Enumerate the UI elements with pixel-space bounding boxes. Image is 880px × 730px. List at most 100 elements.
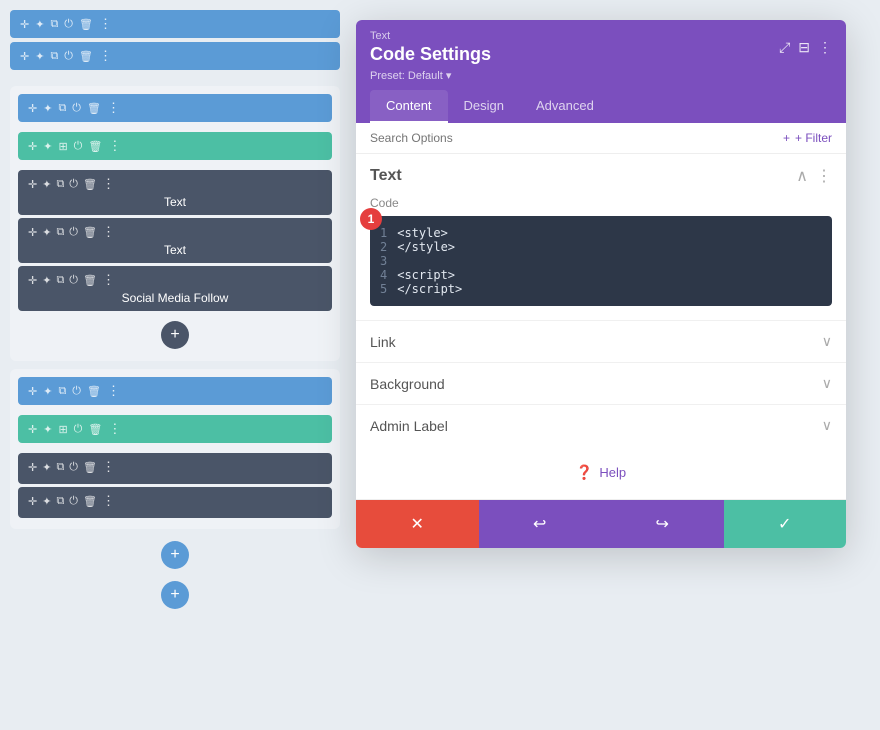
- more-icon[interactable]: ⋮: [99, 16, 113, 32]
- module-blank-2[interactable]: ✛ ✦ ⧉ ⏻ 🗑 ⋮: [18, 487, 332, 518]
- cancel-button[interactable]: ✕: [356, 500, 479, 548]
- gear-icon[interactable]: ✦: [43, 140, 52, 153]
- power-icon[interactable]: ⏻: [69, 495, 78, 508]
- more-icon[interactable]: ⋮: [107, 100, 121, 116]
- trash-icon[interactable]: 🗑: [88, 423, 102, 436]
- add-icon[interactable]: ✛: [28, 178, 37, 191]
- copy-icon[interactable]: ⧉: [50, 50, 58, 63]
- more-icon[interactable]: ⋮: [818, 39, 832, 56]
- add-icon[interactable]: ✛: [28, 102, 37, 115]
- more-icon[interactable]: ⋮: [108, 421, 122, 437]
- more-icon[interactable]: ⋮: [108, 138, 122, 154]
- add-module-button[interactable]: +: [161, 321, 189, 349]
- code-content[interactable]: <style> </style> <script> </script>: [397, 226, 462, 296]
- trash-icon[interactable]: 🗑: [88, 140, 102, 153]
- trash-icon[interactable]: 🗑: [83, 274, 97, 287]
- more-icon[interactable]: ⋮: [102, 224, 116, 240]
- gear-icon[interactable]: ✦: [35, 18, 44, 31]
- copy-icon[interactable]: ⧉: [56, 178, 64, 191]
- copy-icon[interactable]: ⧉: [56, 461, 64, 474]
- module-blank-1[interactable]: ✛ ✦ ⧉ ⏻ 🗑 ⋮: [18, 453, 332, 484]
- gear-icon[interactable]: ✦: [43, 423, 52, 436]
- help-section[interactable]: ❓ Help: [356, 446, 846, 499]
- code-editor[interactable]: 1 1 2 3 4 5 <style> </style> <script> </…: [370, 216, 832, 306]
- tab-content[interactable]: Content: [370, 90, 448, 123]
- copy-icon[interactable]: ⧉: [56, 495, 64, 508]
- search-input[interactable]: [370, 131, 783, 145]
- more-icon[interactable]: ⋮: [102, 459, 116, 475]
- gear-icon[interactable]: ✦: [42, 226, 51, 239]
- more-icon[interactable]: ⋮: [102, 493, 116, 509]
- grid-icon[interactable]: ⊞: [58, 140, 67, 153]
- gear-icon[interactable]: ✦: [42, 178, 51, 191]
- add-icon[interactable]: ✛: [28, 423, 37, 436]
- collapse-icon[interactable]: ∧: [796, 166, 808, 186]
- trash-icon[interactable]: 🗑: [83, 495, 97, 508]
- redo-button[interactable]: ↪: [601, 500, 724, 548]
- more-icon[interactable]: ⋮: [99, 48, 113, 64]
- gear-icon[interactable]: ✦: [35, 50, 44, 63]
- power-icon[interactable]: ⏻: [69, 226, 78, 239]
- grid-icon[interactable]: ⊞: [58, 423, 67, 436]
- add-row-button-2[interactable]: +: [161, 581, 189, 609]
- trash-icon[interactable]: 🗑: [87, 385, 101, 398]
- preset-label[interactable]: Preset: Default ▾: [370, 69, 832, 82]
- link-collapsible[interactable]: Link ∨: [356, 320, 846, 362]
- filter-button[interactable]: + + Filter: [783, 131, 832, 145]
- trash-icon[interactable]: 🗑: [79, 18, 93, 31]
- add-icon[interactable]: ✛: [28, 226, 37, 239]
- add-row-button-1[interactable]: +: [161, 541, 189, 569]
- gear-icon[interactable]: ✦: [42, 274, 51, 287]
- layout-icon[interactable]: ⊟: [798, 39, 810, 56]
- copy-icon[interactable]: ⧉: [56, 226, 64, 239]
- power-icon[interactable]: ⏻: [72, 385, 81, 398]
- add-icon[interactable]: ✛: [28, 385, 37, 398]
- add-icon[interactable]: ✛: [28, 140, 37, 153]
- power-icon[interactable]: ⏻: [69, 178, 78, 191]
- trash-icon[interactable]: 🗑: [79, 50, 93, 63]
- more-icon[interactable]: ⋮: [107, 383, 121, 399]
- trash-icon[interactable]: 🗑: [83, 178, 97, 191]
- power-icon[interactable]: ⏻: [69, 461, 78, 474]
- section-2-column[interactable]: ✛ ✦ ⊞ ⏻ 🗑 ⋮: [18, 415, 332, 443]
- gear-icon[interactable]: ✦: [43, 385, 52, 398]
- power-icon[interactable]: ⏻: [64, 50, 73, 63]
- gear-icon[interactable]: ✦: [43, 102, 52, 115]
- admin-label-collapsible[interactable]: Admin Label ∨: [356, 404, 846, 446]
- more-icon[interactable]: ⋮: [102, 272, 116, 288]
- trash-icon[interactable]: 🗑: [83, 461, 97, 474]
- save-button[interactable]: ✓: [724, 500, 847, 548]
- section-more-icon[interactable]: ⋮: [816, 166, 832, 186]
- tab-design[interactable]: Design: [448, 90, 520, 123]
- add-icon[interactable]: ✛: [28, 461, 37, 474]
- gear-icon[interactable]: ✦: [42, 495, 51, 508]
- copy-icon[interactable]: ⧉: [58, 102, 66, 115]
- add-icon[interactable]: ✛: [28, 274, 37, 287]
- copy-icon[interactable]: ⧉: [50, 18, 58, 31]
- add-icon[interactable]: ✛: [20, 18, 29, 31]
- add-icon[interactable]: ✛: [20, 50, 29, 63]
- module-text-1[interactable]: ✛ ✦ ⧉ ⏻ 🗑 ⋮ Text: [18, 170, 332, 215]
- power-icon[interactable]: ⏻: [72, 102, 81, 115]
- add-icon[interactable]: ✛: [28, 495, 37, 508]
- power-icon[interactable]: ⏻: [74, 423, 83, 436]
- section-1-row[interactable]: ✛ ✦ ⧉ ⏻ 🗑 ⋮: [18, 94, 332, 122]
- power-icon[interactable]: ⏻: [64, 18, 73, 31]
- module-text-2[interactable]: ✛ ✦ ⧉ ⏻ 🗑 ⋮ Text: [18, 218, 332, 263]
- undo-button[interactable]: ↩: [479, 500, 602, 548]
- top-row-2[interactable]: ✛ ✦ ⧉ ⏻ 🗑 ⋮: [10, 42, 340, 70]
- copy-icon[interactable]: ⧉: [58, 385, 66, 398]
- module-social[interactable]: ✛ ✦ ⧉ ⏻ 🗑 ⋮ Social Media Follow: [18, 266, 332, 311]
- power-icon[interactable]: ⏻: [74, 140, 83, 153]
- gear-icon[interactable]: ✦: [42, 461, 51, 474]
- trash-icon[interactable]: 🗑: [83, 226, 97, 239]
- copy-icon[interactable]: ⧉: [56, 274, 64, 287]
- power-icon[interactable]: ⏻: [69, 274, 78, 287]
- trash-icon[interactable]: 🗑: [87, 102, 101, 115]
- top-row-1[interactable]: ✛ ✦ ⧉ ⏻ 🗑 ⋮: [10, 10, 340, 38]
- section-2-row[interactable]: ✛ ✦ ⧉ ⏻ 🗑 ⋮: [18, 377, 332, 405]
- background-collapsible[interactable]: Background ∨: [356, 362, 846, 404]
- section-1-column[interactable]: ✛ ✦ ⊞ ⏻ 🗑 ⋮: [18, 132, 332, 160]
- more-icon[interactable]: ⋮: [102, 176, 116, 192]
- tab-advanced[interactable]: Advanced: [520, 90, 610, 123]
